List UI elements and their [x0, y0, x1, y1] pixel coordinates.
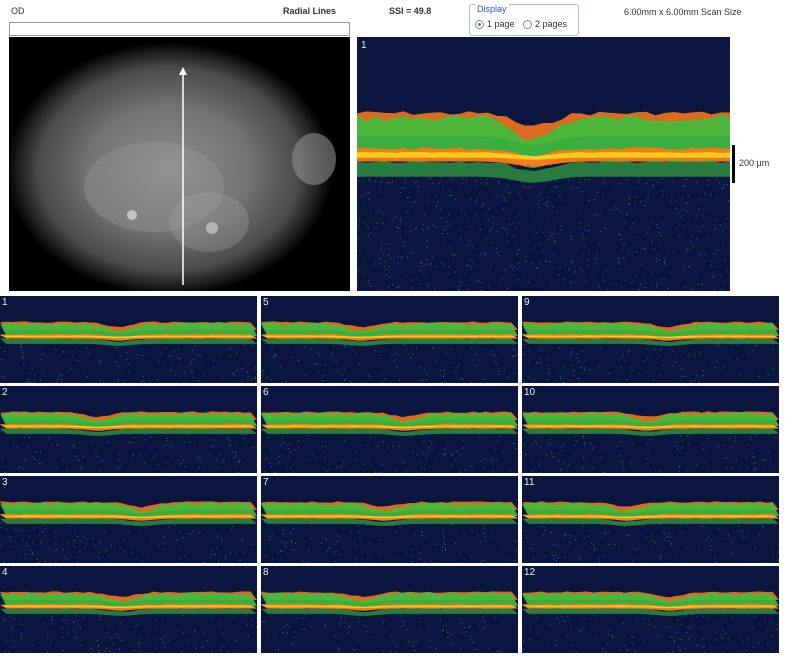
oct-thumbnail[interactable]: 3	[0, 476, 257, 563]
oct-thumbnail-bscan	[0, 411, 257, 473]
oct-thumbnail-bscan	[0, 501, 257, 563]
oct-thumbnail-number: 8	[263, 567, 269, 578]
oct-thumbnail-bscan	[522, 321, 779, 383]
display-group: Display 1 page 2 pages	[469, 4, 579, 36]
oct-thumbnail-number: 2	[2, 387, 8, 398]
oct-thumbnail-bscan	[261, 411, 518, 473]
oct-thumbnail[interactable]: 5	[261, 296, 518, 383]
scale-bar-label: 200 µm	[739, 158, 770, 168]
radio-two-pages-label[interactable]: 2 pages	[535, 19, 567, 29]
radio-two-pages[interactable]	[523, 20, 532, 29]
fundus-image[interactable]	[9, 37, 350, 291]
oct-thumbnail-bscan	[522, 501, 779, 563]
oct-thumbnail-number: 4	[2, 567, 8, 578]
oct-thumbnail-number: 6	[263, 387, 269, 398]
oct-thumbnail-number: 9	[524, 297, 530, 308]
oct-thumbnail-number: 10	[524, 387, 536, 398]
oct-thumbnail-bscan	[0, 321, 257, 383]
display-title: Display	[475, 4, 509, 14]
scan-size-label: 6.00mm x 6.00mm Scan Size	[624, 7, 742, 17]
oct-thumbnail-bscan	[0, 591, 257, 653]
oct-thumbnail-bscan	[261, 591, 518, 653]
scan-type-label: Radial Lines	[283, 6, 337, 16]
radio-one-page-label[interactable]: 1 page	[487, 19, 515, 29]
oct-thumbnail-number: 11	[524, 477, 535, 488]
scale-bar	[732, 145, 735, 183]
oct-thumbnail[interactable]: 12	[522, 566, 779, 653]
oct-thumbnail[interactable]: 10	[522, 386, 779, 473]
ssi-label: SSI = 49.8	[389, 6, 432, 16]
oct-thumbnail-number: 3	[2, 477, 8, 488]
oct-thumbnail-bscan	[522, 591, 779, 653]
oct-thumbnail[interactable]: 7	[261, 476, 518, 563]
oct-thumbnail-number: 7	[263, 477, 269, 488]
eye-label: OD	[11, 6, 25, 16]
oct-thumbnail[interactable]: 9	[522, 296, 779, 383]
oct-thumbnail-number: 12	[524, 567, 536, 578]
oct-thumbnail-bscan	[522, 411, 779, 473]
oct-thumbnail[interactable]: 8	[261, 566, 518, 653]
oct-thumbnail-number: 5	[263, 297, 269, 308]
main-oct-bscan	[357, 111, 730, 291]
fundus-header-bar	[9, 22, 350, 36]
oct-thumbnail-bscan	[261, 501, 518, 563]
oct-thumbnail[interactable]: 1	[0, 296, 257, 383]
main-scan-number: 1	[361, 40, 367, 51]
oct-thumbnail[interactable]: 2	[0, 386, 257, 473]
oct-thumbnail[interactable]: 11	[522, 476, 779, 563]
fundus-overlay	[84, 67, 336, 285]
oct-thumbnail-bscan	[261, 321, 518, 383]
oct-thumbnail[interactable]: 6	[261, 386, 518, 473]
oct-thumbnail[interactable]: 4	[0, 566, 257, 653]
main-oct-scan[interactable]: 1	[357, 37, 730, 291]
radio-one-page[interactable]	[475, 20, 484, 29]
oct-thumbnail-number: 1	[2, 297, 8, 308]
